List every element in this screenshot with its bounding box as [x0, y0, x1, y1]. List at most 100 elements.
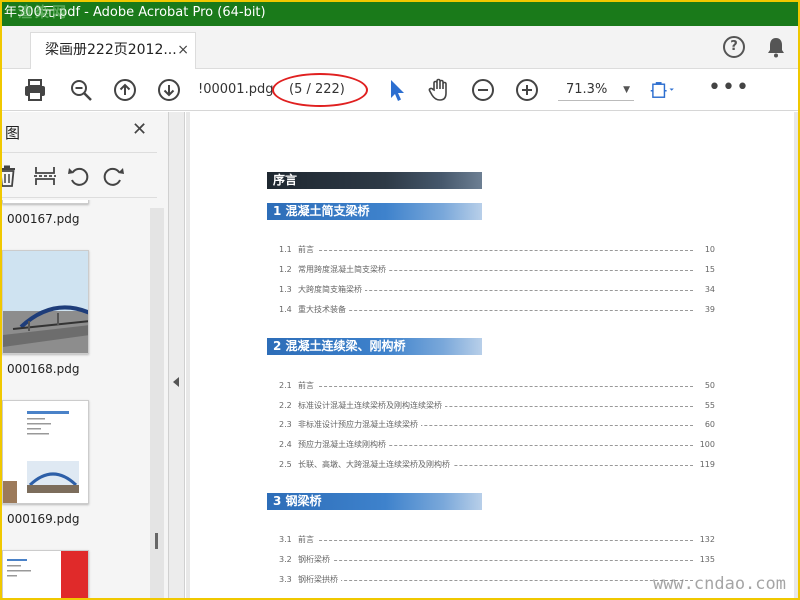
toc-number: 1.3: [279, 285, 292, 294]
zoom-level-select[interactable]: 71.3% ▼: [558, 79, 634, 101]
toc-number: 3.3: [279, 575, 292, 584]
toc-page: 100: [695, 439, 715, 451]
toc-entry[interactable]: 2.4 预应力混凝土连续刚构桥 100: [279, 439, 715, 451]
close-sidebar-icon[interactable]: ✕: [132, 119, 147, 140]
toc-page: 132: [695, 534, 715, 546]
toc-number: 2.5: [279, 460, 292, 469]
zoom-out-search-icon[interactable]: [68, 77, 94, 103]
section-banner: 3 钢梁桥: [267, 493, 482, 510]
toc-entry[interactable]: 1.1 前言 10: [279, 244, 715, 256]
toc-number: 1.1: [279, 245, 292, 254]
toc-entry[interactable]: 3.1 前言 132: [279, 534, 715, 546]
scrollbar-thumb[interactable]: [155, 533, 158, 549]
preface-title: 序言: [273, 173, 298, 187]
page-thumbnail[interactable]: [2, 550, 89, 598]
page-thumbnail[interactable]: [2, 400, 89, 504]
document-tab[interactable]: 梁画册222页2012... ×: [30, 32, 196, 69]
toc-number: 2.1: [279, 381, 292, 390]
toc-entry[interactable]: 2.2 标准设计混凝土连续梁桥及刚构连续梁桥 55: [279, 400, 715, 412]
toc-entry[interactable]: 3.3 钢桁梁拱桥: [279, 574, 715, 586]
page-thumbnail[interactable]: [2, 200, 89, 204]
site-watermark: www.cndao.com: [652, 574, 786, 594]
toc-page: 10: [695, 244, 715, 256]
toc-entry[interactable]: 2.3 非标准设计预应力混凝土连续梁桥 60: [279, 419, 715, 431]
extract-pages-icon[interactable]: [32, 163, 58, 189]
toc-entry[interactable]: 2.1 前言 50: [279, 380, 715, 392]
toc-text: 非标准设计预应力混凝土连续梁桥: [298, 419, 421, 431]
section-title: 3 钢梁桥: [273, 494, 322, 508]
thumbnail-sidebar: 图 ✕ 000167.pdg 000168.pdg 000169.pdg: [2, 112, 169, 598]
toc-text: 钢桁梁桥: [298, 554, 333, 566]
rotate-right-icon[interactable]: [100, 163, 126, 189]
section-title: 1 混凝土简支梁桥: [273, 204, 370, 218]
toc-text: 长联、高墩、大跨混凝土连续梁桥及刚构桥: [298, 459, 453, 471]
trash-icon[interactable]: [2, 163, 20, 189]
toc-page: 55: [695, 400, 715, 412]
toc-number: 2.3: [279, 420, 292, 429]
document-tab-label: 梁画册222页2012...: [45, 42, 177, 58]
toc-page: 15: [695, 264, 715, 276]
toc-number: 1.2: [279, 265, 292, 274]
hand-tool-icon[interactable]: [426, 77, 452, 103]
toc-text: 常用跨度混凝土简支梁桥: [298, 264, 389, 276]
sidebar-scrollbar[interactable]: [150, 208, 164, 598]
zoom-level-value: 71.3%: [566, 82, 608, 97]
select-cursor-icon[interactable]: [384, 77, 410, 103]
toc-text: 重大技术装备: [298, 304, 349, 316]
thumbnail-label: 000168.pdg: [7, 362, 80, 376]
chevron-down-icon: ▼: [623, 85, 630, 95]
toolbar: !00001.pdg (5 / 222) 71.3% ▼ •••: [2, 69, 798, 111]
toc-entry[interactable]: 2.5 长联、高墩、大跨混凝土连续梁桥及刚构桥 119: [279, 459, 715, 471]
zoom-in-icon[interactable]: [514, 77, 540, 103]
document-view[interactable]: 序言 1 混凝土简支梁桥 1.1 前言 10 1.2 常用跨度混凝土简支梁桥 1…: [186, 112, 798, 598]
toc-entry[interactable]: 1.4 重大技术装备 39: [279, 304, 715, 316]
section-title: 2 混凝土连续梁、刚构桥: [273, 339, 406, 353]
thumbnail-label: 000169.pdg: [7, 512, 80, 526]
toc-page: 34: [695, 284, 715, 296]
sidebar-collapse-strip[interactable]: [169, 112, 185, 598]
toc-entry[interactable]: 1.2 常用跨度混凝土简支梁桥 15: [279, 264, 715, 276]
toc-page: 135: [695, 554, 715, 566]
toc-entry[interactable]: 1.3 大跨度简支箱梁桥 34: [279, 284, 715, 296]
toc-number: 3.2: [279, 555, 292, 564]
thumbnail-label: 000167.pdg: [7, 212, 80, 226]
toc-page: 50: [695, 380, 715, 392]
close-tab-icon[interactable]: ×: [177, 33, 189, 67]
zoom-out-icon[interactable]: [470, 77, 496, 103]
fit-page-icon[interactable]: [650, 77, 686, 103]
pdf-page: 序言 1 混凝土简支梁桥 1.1 前言 10 1.2 常用跨度混凝土简支梁桥 1…: [190, 112, 794, 598]
help-icon[interactable]: ?: [723, 36, 745, 58]
toc-number: 2.4: [279, 440, 292, 449]
sidebar-title: 图: [5, 124, 21, 142]
toc-text: 标准设计混凝土连续梁桥及刚构连续梁桥: [298, 400, 445, 412]
toc-page: 39: [695, 304, 715, 316]
more-tools-icon[interactable]: •••: [708, 75, 750, 101]
print-icon[interactable]: [22, 77, 48, 103]
toc-text: 预应力混凝土连续刚构桥: [298, 439, 389, 451]
next-page-icon[interactable]: [156, 77, 182, 103]
toc-page: 119: [695, 459, 715, 471]
page-thumbnail[interactable]: [2, 250, 89, 354]
section-banner: 1 混凝土简支梁桥: [267, 203, 482, 220]
page-label-field[interactable]: !00001.pdg: [198, 79, 276, 101]
preface-banner: 序言: [267, 172, 482, 189]
section-banner: 2 混凝土连续梁、刚构桥: [267, 338, 482, 355]
toc-text: 前言: [298, 534, 317, 546]
toc-page: 60: [695, 419, 715, 431]
toc-text: 大跨度简支箱梁桥: [298, 284, 365, 296]
bell-icon[interactable]: [766, 36, 786, 58]
toc-text: 前言: [298, 380, 317, 392]
thumbnail-list: 000167.pdg 000168.pdg 000169.pdg: [2, 200, 150, 598]
toc-number: 2.2: [279, 401, 292, 410]
toc-number: 1.4: [279, 305, 292, 314]
toc-number: 3.1: [279, 535, 292, 544]
toc-text: 前言: [298, 244, 317, 256]
tab-bar: 梁画册222页2012... × ?: [2, 26, 798, 69]
watermark-logo: 渲染网: [18, 5, 69, 21]
sidebar-toolbar: [2, 152, 157, 198]
rotate-left-icon[interactable]: [66, 163, 92, 189]
previous-page-icon[interactable]: [112, 77, 138, 103]
toc-text: 钢桁梁拱桥: [298, 574, 341, 586]
collapse-left-icon[interactable]: [173, 377, 179, 387]
toc-entry[interactable]: 3.2 钢桁梁桥 135: [279, 554, 715, 566]
